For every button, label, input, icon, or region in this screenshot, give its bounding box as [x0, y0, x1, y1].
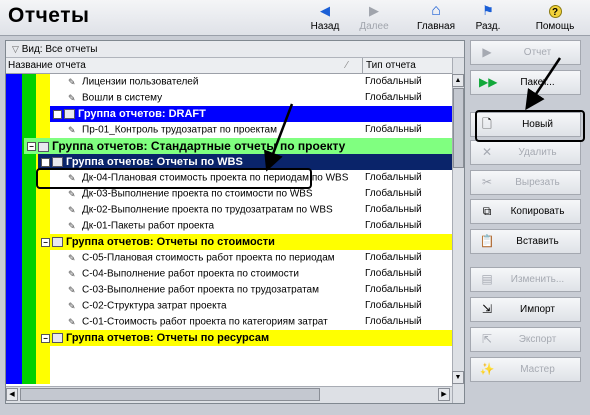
arrow-to-new-button [525, 57, 562, 111]
arrow-to-wbs-group [263, 103, 294, 172]
annotation-arrows [263, 57, 562, 172]
